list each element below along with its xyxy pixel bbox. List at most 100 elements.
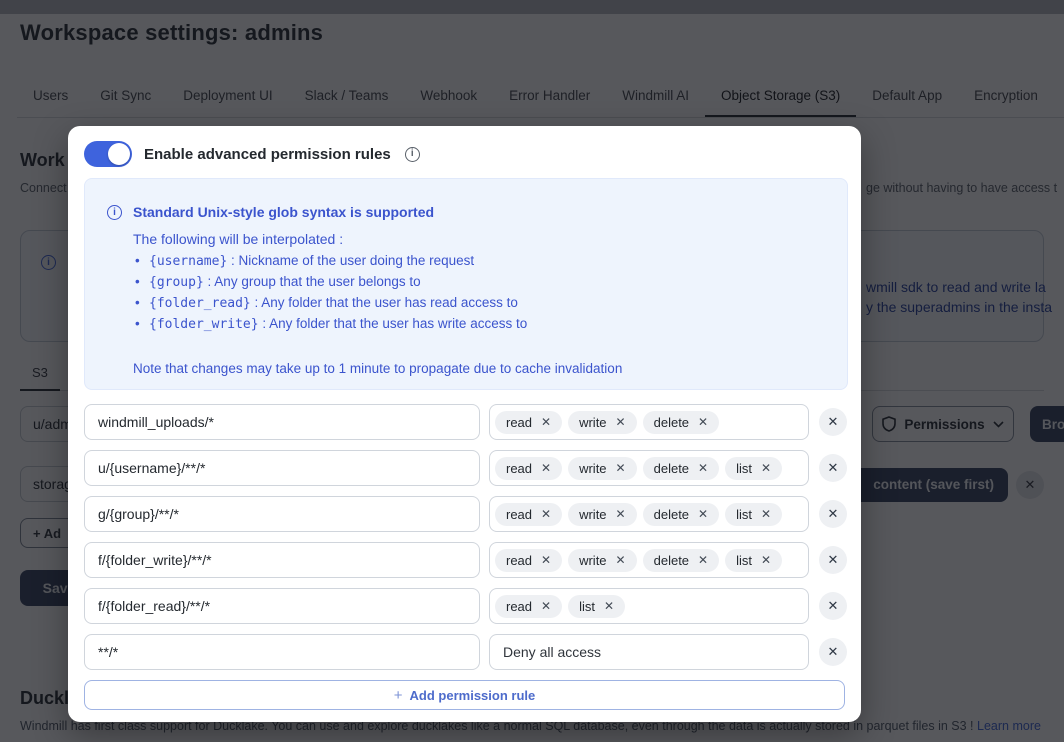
permission-tag-list: list ✕ xyxy=(725,548,783,572)
advanced-permissions-modal: Enable advanced permission rules i i Sta… xyxy=(68,126,861,722)
deny-all-access-label: Deny all access xyxy=(503,644,602,660)
remove-permission-icon[interactable]: ✕ xyxy=(698,462,708,474)
toggle-knob xyxy=(108,143,130,165)
remove-permission-icon[interactable]: ✕ xyxy=(616,554,626,566)
permissions-tag-box[interactable]: read ✕ write ✕ delete ✕ list ✕ xyxy=(489,496,809,532)
interpolation-token: {group} xyxy=(149,275,204,290)
interpolation-item: {folder_read} : Any folder that the user… xyxy=(133,293,622,314)
glob-syntax-info-content: Standard Unix-style glob syntax is suppo… xyxy=(133,204,622,389)
add-permission-rule-button[interactable]: + Add permission rule xyxy=(84,680,845,710)
permission-tag-label: delete xyxy=(653,460,690,476)
permission-rule-row: read ✕ write ✕ delete ✕ list ✕ ✕ xyxy=(84,542,847,578)
permission-tag-label: delete xyxy=(653,552,690,568)
interpolation-description: : Any folder that the user has read acce… xyxy=(250,295,518,310)
permission-tag-read: read ✕ xyxy=(495,502,563,526)
permission-rule-row: read ✕ list ✕ ✕ xyxy=(84,588,847,624)
remove-permission-icon[interactable]: ✕ xyxy=(761,462,771,474)
interpolation-list: {username} : Nickname of the user doing … xyxy=(133,251,622,335)
rule-pattern-input[interactable] xyxy=(84,542,480,578)
permission-tag-label: write xyxy=(579,506,607,522)
remove-rule-button[interactable]: ✕ xyxy=(819,408,847,436)
interpolation-token: {folder_write} xyxy=(149,317,259,332)
cache-note: Note that changes may take up to 1 minut… xyxy=(133,361,623,376)
remove-permission-icon[interactable]: ✕ xyxy=(616,416,626,428)
permission-tag-delete: delete ✕ xyxy=(642,410,720,434)
permission-tag-read: read ✕ xyxy=(495,548,563,572)
remove-rule-button[interactable]: ✕ xyxy=(819,454,847,482)
remove-permission-icon[interactable]: ✕ xyxy=(698,416,708,428)
info-icon: i xyxy=(107,205,122,220)
rule-pattern-input[interactable] xyxy=(84,634,480,670)
plus-icon: + xyxy=(393,686,403,704)
permission-tag-delete: delete ✕ xyxy=(642,548,720,572)
permission-tag-label: list xyxy=(736,552,752,568)
permission-tag-label: read xyxy=(506,506,533,522)
remove-rule-button[interactable]: ✕ xyxy=(819,592,847,620)
permission-tag-delete: delete ✕ xyxy=(642,502,720,526)
remove-permission-icon[interactable]: ✕ xyxy=(761,508,771,520)
info-intro: The following will be interpolated : xyxy=(133,231,344,247)
info-title: Standard Unix-style glob syntax is suppo… xyxy=(133,204,435,220)
permission-tag-list: list ✕ xyxy=(725,456,783,480)
permission-tag-delete: delete ✕ xyxy=(642,456,720,480)
remove-rule-button[interactable]: ✕ xyxy=(819,500,847,528)
permission-tag-label: read xyxy=(506,460,533,476)
permission-tag-write: write ✕ xyxy=(568,502,637,526)
enable-toggle-row: Enable advanced permission rules i xyxy=(84,141,420,167)
permission-rule-row: read ✕ write ✕ delete ✕ ✕ xyxy=(84,404,847,440)
remove-rule-button[interactable]: ✕ xyxy=(819,546,847,574)
permission-rule-row: read ✕ write ✕ delete ✕ list ✕ ✕ xyxy=(84,450,847,486)
permission-tag-list: list ✕ xyxy=(568,594,626,618)
glob-syntax-info-panel: i Standard Unix-style glob syntax is sup… xyxy=(84,178,848,390)
permission-tag-read: read ✕ xyxy=(495,410,563,434)
permission-tag-label: read xyxy=(506,598,533,614)
interpolation-item: {group} : Any group that the user belong… xyxy=(133,272,622,293)
permission-tag-label: list xyxy=(736,506,752,522)
interpolation-token: {username} xyxy=(149,254,228,269)
toggle-label: Enable advanced permission rules xyxy=(144,145,391,163)
info-icon: i xyxy=(404,146,420,162)
permission-tag-label: read xyxy=(506,414,533,430)
rule-pattern-input[interactable] xyxy=(84,496,480,532)
permission-tag-write: write ✕ xyxy=(568,456,637,480)
permission-tag-label: list xyxy=(579,598,595,614)
remove-permission-icon[interactable]: ✕ xyxy=(604,600,614,612)
permission-tag-label: write xyxy=(579,414,607,430)
rule-pattern-input[interactable] xyxy=(84,588,480,624)
rule-pattern-input[interactable] xyxy=(84,450,480,486)
remove-permission-icon[interactable]: ✕ xyxy=(541,416,551,428)
remove-permission-icon[interactable]: ✕ xyxy=(616,508,626,520)
interpolation-description: : Nickname of the user doing the request xyxy=(227,253,475,268)
permission-tag-label: write xyxy=(579,552,607,568)
permissions-tag-box[interactable]: read ✕ list ✕ xyxy=(489,588,809,624)
rule-pattern-input[interactable] xyxy=(84,404,480,440)
remove-permission-icon[interactable]: ✕ xyxy=(698,508,708,520)
remove-permission-icon[interactable]: ✕ xyxy=(761,554,771,566)
permission-tag-label: read xyxy=(506,552,533,568)
permissions-tag-box[interactable]: read ✕ write ✕ delete ✕ list ✕ xyxy=(489,450,809,486)
permission-rule-row: read ✕ write ✕ delete ✕ list ✕ ✕ xyxy=(84,496,847,532)
permission-tag-label: write xyxy=(579,460,607,476)
permission-tag-read: read ✕ xyxy=(495,456,563,480)
permission-tag-list: list ✕ xyxy=(725,502,783,526)
remove-permission-icon[interactable]: ✕ xyxy=(541,600,551,612)
enable-advanced-permissions-toggle[interactable] xyxy=(84,141,132,167)
add-rule-label: Add permission rule xyxy=(409,687,536,703)
remove-permission-icon[interactable]: ✕ xyxy=(616,462,626,474)
deny-all-access-box[interactable]: Deny all access xyxy=(489,634,809,670)
permission-rule-row: Deny all access ✕ xyxy=(84,634,847,670)
remove-permission-icon[interactable]: ✕ xyxy=(541,462,551,474)
permission-tag-write: write ✕ xyxy=(568,410,637,434)
remove-rule-button[interactable]: ✕ xyxy=(819,638,847,666)
remove-permission-icon[interactable]: ✕ xyxy=(541,554,551,566)
permissions-tag-box[interactable]: read ✕ write ✕ delete ✕ list ✕ xyxy=(489,542,809,578)
permission-tag-write: write ✕ xyxy=(568,548,637,572)
permission-tag-label: delete xyxy=(653,506,690,522)
interpolation-description: : Any group that the user belongs to xyxy=(203,274,421,289)
remove-permission-icon[interactable]: ✕ xyxy=(541,508,551,520)
remove-permission-icon[interactable]: ✕ xyxy=(698,554,708,566)
permissions-tag-box[interactable]: read ✕ write ✕ delete ✕ xyxy=(489,404,809,440)
permission-tag-read: read ✕ xyxy=(495,594,563,618)
interpolation-token: {folder_read} xyxy=(149,296,251,311)
interpolation-item: {folder_write} : Any folder that the use… xyxy=(133,314,622,335)
